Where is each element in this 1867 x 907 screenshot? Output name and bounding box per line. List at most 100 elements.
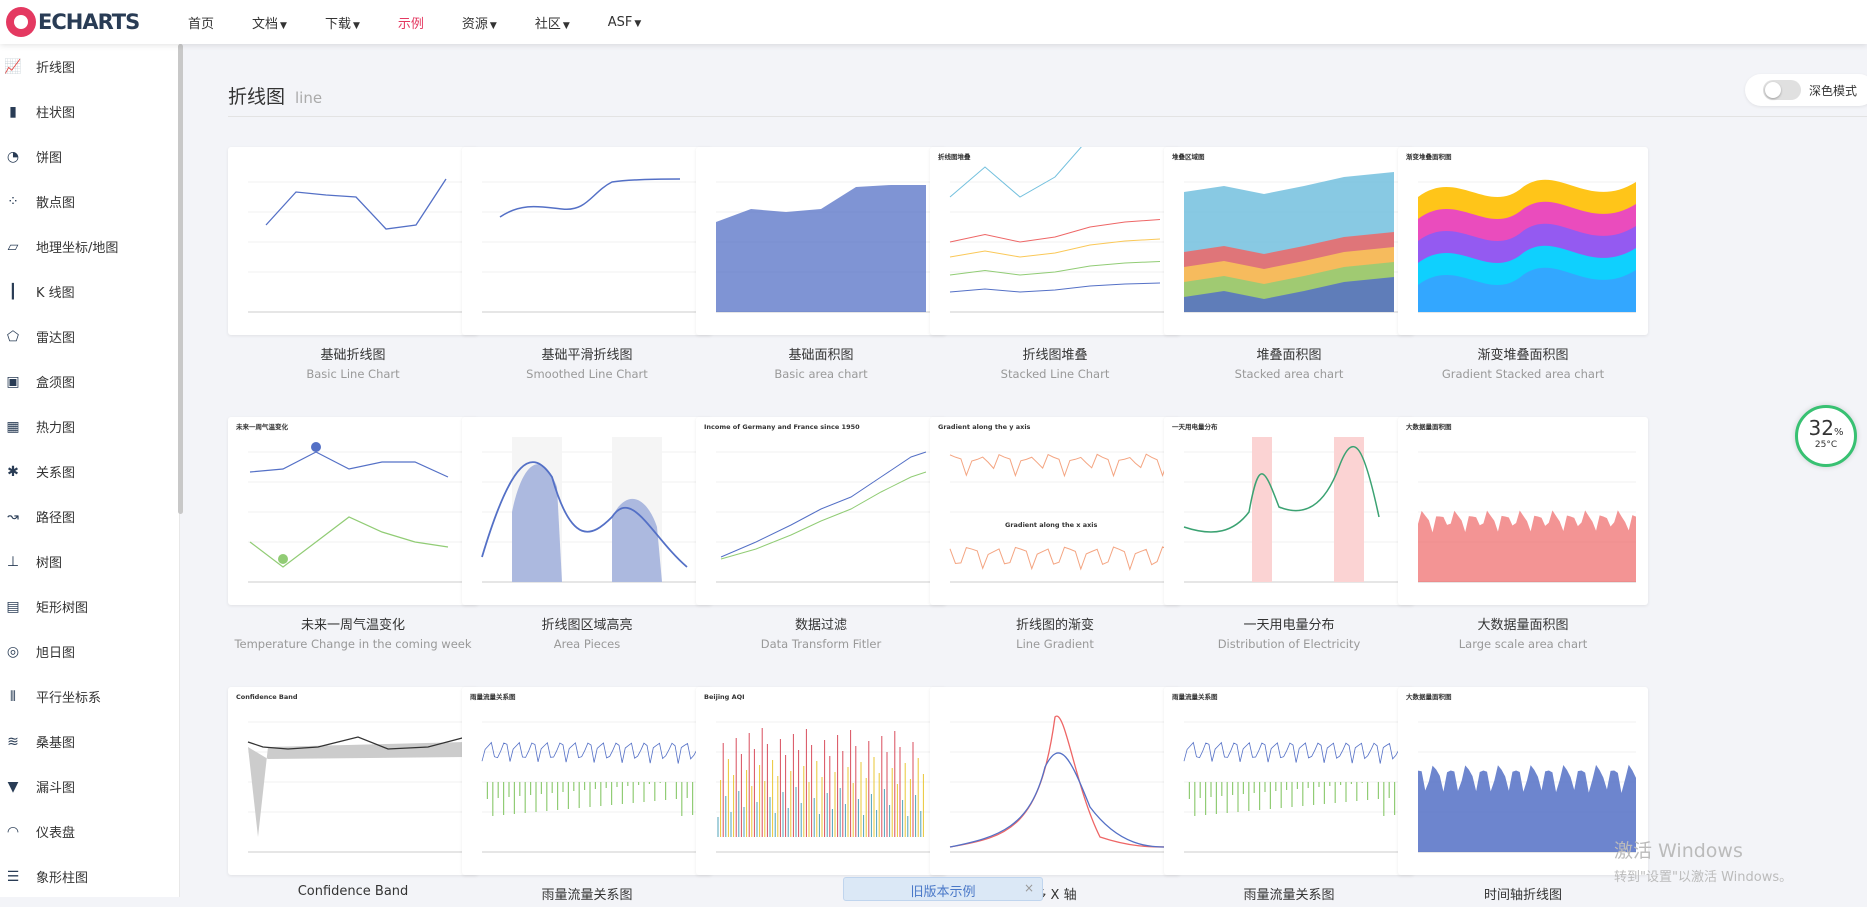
- toggle-switch-icon[interactable]: [1763, 80, 1801, 100]
- example-card[interactable]: 渐变堆叠面积图 渐变堆叠面积图 Gradient Stacked area char…: [1398, 147, 1648, 381]
- thumb-caption: Confidence Band: [236, 693, 298, 701]
- nav-item-0[interactable]: 首页: [188, 13, 214, 32]
- nav-item-3[interactable]: 示例: [398, 13, 424, 32]
- sidebar-item-8[interactable]: ▦ 热力图: [0, 404, 179, 449]
- close-icon[interactable]: ×: [1024, 881, 1034, 895]
- example-thumbnail[interactable]: Gradient along the y axis Gradient along …: [930, 417, 1180, 605]
- example-subtitle: Data Transform Fitler: [760, 637, 882, 651]
- example-thumbnail[interactable]: [228, 147, 478, 335]
- echarts-logo[interactable]: ECHARTS: [6, 7, 176, 37]
- nav-item-5[interactable]: 社区 ▼: [535, 13, 570, 32]
- thumb-caption: 渐变堆叠面积图: [1406, 152, 1452, 161]
- example-card[interactable]: 大数据量面积图时间轴折线图: [1398, 687, 1648, 907]
- sidebar-item-16[interactable]: ▼ 漏斗图: [0, 764, 179, 809]
- sidebar-item-label: 树图: [36, 556, 63, 571]
- sidebar-item-14[interactable]: ⫴ 平行坐标系: [0, 674, 179, 719]
- example-thumbnail[interactable]: Beijing AQI: [696, 687, 946, 875]
- example-title[interactable]: 堆叠面积图: [1164, 344, 1414, 363]
- example-subtitle: Stacked area chart: [1234, 367, 1344, 381]
- example-title[interactable]: 折线图堆叠: [930, 344, 1180, 363]
- example-thumbnail[interactable]: 未来一周气温变化: [228, 417, 478, 605]
- example-card[interactable]: 堆叠区域图堆叠面积图 Stacked area chart: [1164, 147, 1414, 381]
- sidebar-scrollbar[interactable]: [178, 44, 183, 514]
- example-card[interactable]: 基础折线图 Basic Line Chart: [228, 147, 478, 381]
- example-title[interactable]: 雨量流量关系图: [462, 884, 712, 903]
- nav-item-4[interactable]: 资源 ▼: [462, 13, 497, 32]
- example-thumbnail[interactable]: 大数据量面积图: [1398, 417, 1648, 605]
- example-title[interactable]: 大数据量面积图: [1398, 614, 1648, 633]
- sidebar-item-0[interactable]: 📈 折线图: [0, 44, 179, 89]
- example-title[interactable]: 数据过滤: [696, 614, 946, 633]
- example-title[interactable]: 未来一周气温变化: [228, 614, 478, 633]
- example-thumbnail[interactable]: Confidence Band: [228, 687, 478, 875]
- sidebar-item-5[interactable]: ┃ K 线图: [0, 269, 179, 314]
- example-card[interactable]: Gradient along the y axis Gradient along …: [930, 417, 1180, 651]
- sidebar-item-11[interactable]: ⊥ 树图: [0, 539, 179, 584]
- nav-item-2[interactable]: 下载 ▼: [325, 13, 360, 32]
- example-thumbnail[interactable]: 一天用电量分布: [1164, 417, 1414, 605]
- sidebar-item-9[interactable]: ✱ 关系图: [0, 449, 179, 494]
- example-card[interactable]: 折线图区域高亮 Area Pieces: [462, 417, 712, 651]
- sidebar-item-4[interactable]: ▱ 地理坐标/地图: [0, 224, 179, 269]
- example-card[interactable]: 多 X 轴: [930, 687, 1180, 907]
- dark-mode-toggle[interactable]: 深色模式: [1745, 74, 1867, 106]
- sidebar-item-label: 盒须图: [36, 376, 76, 391]
- sidebar-item-15[interactable]: ≋ 桑基图: [0, 719, 179, 764]
- sidebar-item-18[interactable]: ☰ 象形柱图: [0, 854, 179, 899]
- watermark-line1: 激活 Windows: [1614, 840, 1743, 862]
- sidebar-item-10[interactable]: ↝ 路径图: [0, 494, 179, 539]
- sidebar-item-12[interactable]: ▤ 矩形树图: [0, 584, 179, 629]
- thumb-caption: 未来一周气温变化: [236, 422, 289, 431]
- example-thumbnail[interactable]: [462, 417, 712, 605]
- example-title[interactable]: 基础面积图: [696, 344, 946, 363]
- sidebar-item-6[interactable]: ⬠ 雷达图: [0, 314, 179, 359]
- sidebar-item-17[interactable]: ◠ 仪表盘: [0, 809, 179, 854]
- performance-widget[interactable]: 32% 25°C: [1795, 405, 1857, 467]
- example-card[interactable]: 雨量流量关系图 雨量流量关系图: [1164, 687, 1414, 907]
- sidebar-item-7[interactable]: ▣ 盒须图: [0, 359, 179, 404]
- example-card[interactable]: 基础平滑折线图 Smoothed Line Chart: [462, 147, 712, 381]
- example-thumbnail[interactable]: Income of Germany and France since 1950: [696, 417, 946, 605]
- example-title[interactable]: 时间轴折线图: [1398, 884, 1648, 903]
- example-subtitle: Basic Line Chart: [306, 367, 400, 381]
- example-thumbnail[interactable]: 渐变堆叠面积图: [1398, 147, 1648, 335]
- example-title[interactable]: 折线图的渐变: [930, 614, 1180, 633]
- example-thumbnail[interactable]: [462, 147, 712, 335]
- nav-item-1[interactable]: 文档 ▼: [252, 13, 287, 32]
- example-card[interactable]: Confidence Band Confidence Band: [228, 687, 478, 903]
- nav-item-6[interactable]: ASF ▼: [608, 15, 642, 30]
- example-thumbnail[interactable]: 雨量流量关系图: [462, 687, 712, 875]
- example-card[interactable]: 未来一周气温变化 未来一周气温变化 Temperature Change in th…: [228, 417, 478, 651]
- example-card[interactable]: Beijing AQI: [696, 687, 946, 884]
- chevron-down-icon: ▼: [352, 20, 360, 31]
- example-card[interactable]: Income of Germany and France since 1950 数…: [696, 417, 946, 651]
- sidebar-item-2[interactable]: ◔ 饼图: [0, 134, 179, 179]
- example-thumbnail[interactable]: [930, 687, 1180, 875]
- example-card[interactable]: 基础面积图 Basic area chart: [696, 147, 946, 381]
- sidebar-item-1[interactable]: ▮ 柱状图: [0, 89, 179, 134]
- example-card[interactable]: 雨量流量关系图 雨量流量关系图: [462, 687, 712, 907]
- example-title[interactable]: 基础平滑折线图: [462, 344, 712, 363]
- example-title[interactable]: 雨量流量关系图: [1164, 884, 1414, 903]
- main-content: 折线图 line 深色模式 基础折线图 Basic Line Chart 基础平滑折…: [200, 44, 1867, 903]
- sidebar-item-label: 散点图: [36, 196, 76, 211]
- sidebar-item-3[interactable]: ⁘ 散点图: [0, 179, 179, 224]
- thumb-caption: 一天用电量分布: [1172, 422, 1218, 431]
- example-title[interactable]: 渐变堆叠面积图: [1398, 344, 1648, 363]
- example-thumbnail[interactable]: 雨量流量关系图: [1164, 687, 1414, 875]
- example-card[interactable]: 大数据量面积图 大数据量面积图 Large scale area chart: [1398, 417, 1648, 651]
- example-thumbnail[interactable]: 大数据量面积图: [1398, 687, 1648, 875]
- example-card[interactable]: 折线图堆叠 折线图堆叠 Stacked Line Chart: [930, 147, 1180, 381]
- example-thumbnail[interactable]: 折线图堆叠: [930, 147, 1180, 335]
- logo-icon: [6, 7, 36, 37]
- dark-mode-label: 深色模式: [1809, 83, 1858, 98]
- heatmap-icon: ▦: [6, 418, 20, 435]
- sidebar-item-13[interactable]: ◎ 旭日图: [0, 629, 179, 674]
- example-title[interactable]: 折线图区域高亮: [462, 614, 712, 633]
- example-title[interactable]: 一天用电量分布: [1164, 614, 1414, 633]
- example-title[interactable]: 基础折线图: [228, 344, 478, 363]
- example-thumbnail[interactable]: 堆叠区域图: [1164, 147, 1414, 335]
- example-thumbnail[interactable]: [696, 147, 946, 335]
- example-card[interactable]: 一天用电量分布 一天用电量分布 Distribution of Electricit…: [1164, 417, 1414, 651]
- old-version-button[interactable]: 旧版本示例 ×: [843, 877, 1043, 901]
